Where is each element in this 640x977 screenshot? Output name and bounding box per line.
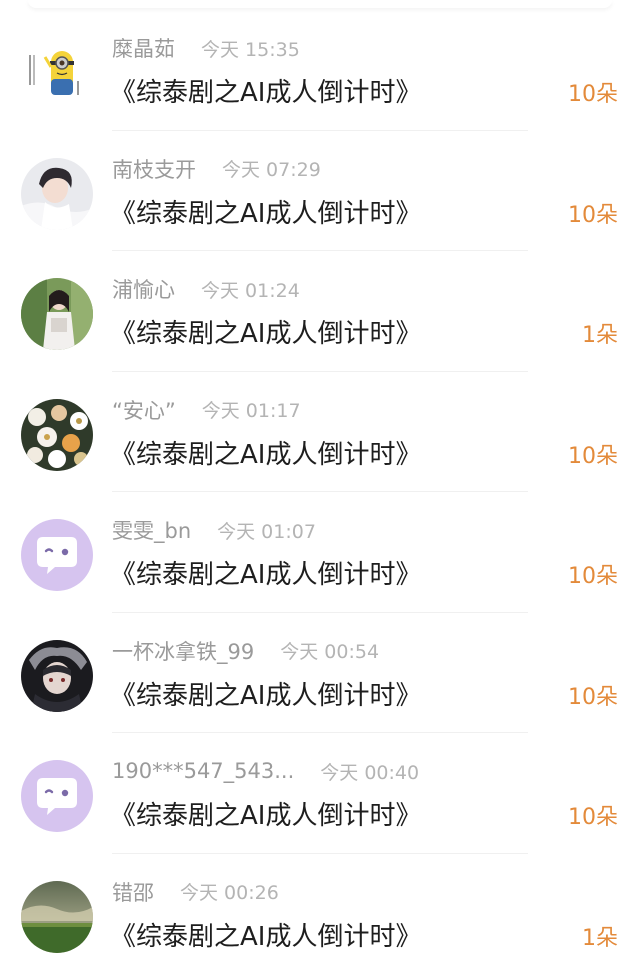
username[interactable]: 糜晶茹 <box>112 33 175 63</box>
list-item[interactable]: 糜晶茹 今天 15:35 《综泰剧之AI成人倒计时》 10朵 <box>0 10 640 131</box>
avatar[interactable] <box>21 760 93 832</box>
timestamp: 今天 15:35 <box>201 38 300 61</box>
avatar[interactable] <box>21 157 93 230</box>
avatar[interactable] <box>21 398 93 471</box>
list-item[interactable]: 错邵 今天 00:26 《综泰剧之AI成人倒计时》 1朵 <box>0 854 640 975</box>
gift-record-list: 糜晶茹 今天 15:35 《综泰剧之AI成人倒计时》 10朵 南枝支开 今天 0… <box>0 10 640 974</box>
book-title[interactable]: 《综泰剧之AI成人倒计时》 <box>110 193 421 230</box>
list-item[interactable]: 南枝支开 今天 07:29 《综泰剧之AI成人倒计时》 10朵 <box>0 131 640 251</box>
meta-line: 一杯冰拿铁_99 今天 00:54 <box>112 637 379 665</box>
gift-count: 10朵 <box>568 202 618 228</box>
portrait-icon <box>21 157 93 230</box>
gift-count: 10朵 <box>568 564 618 589</box>
gift-count: 1朵 <box>582 925 618 951</box>
avatar[interactable] <box>21 639 93 712</box>
chat-bubble-icon <box>21 760 93 832</box>
timestamp: 今天 00:26 <box>180 882 279 904</box>
username[interactable]: 一杯冰拿铁_99 <box>112 636 254 666</box>
list-item[interactable]: 浦愉心 今天 01:24 《综泰剧之AI成人倒计时》 1朵 <box>0 251 640 372</box>
landscape-icon <box>21 880 93 953</box>
meta-line: “安心” 今天 01:17 <box>112 396 301 424</box>
meta-line: 雯雯_bn 今天 01:07 <box>112 516 316 544</box>
anime-character-icon <box>21 639 93 712</box>
meta-line: 南枝支开 今天 07:29 <box>112 155 321 183</box>
avatar[interactable] <box>21 278 93 350</box>
username[interactable]: 190***547_543... <box>112 759 294 783</box>
timestamp: 今天 00:40 <box>320 761 420 784</box>
meta-line: 错邵 今天 00:26 <box>112 878 279 906</box>
book-title[interactable]: 《综泰剧之AI成人倒计时》 <box>110 916 421 953</box>
meta-line: 浦愉心 今天 01:24 <box>112 275 300 303</box>
book-title[interactable]: 《综泰剧之AI成人倒计时》 <box>110 675 421 712</box>
minion-icon <box>21 37 93 109</box>
top-card-edge <box>0 0 640 10</box>
photo-icon <box>21 278 93 350</box>
avatar[interactable] <box>21 519 93 591</box>
list-item[interactable]: 雯雯_bn 今天 01:07 《综泰剧之AI成人倒计时》 10朵 <box>0 492 640 613</box>
username[interactable]: 浦愉心 <box>112 274 175 304</box>
book-title[interactable]: 《综泰剧之AI成人倒计时》 <box>110 554 421 591</box>
gift-count: 10朵 <box>568 443 618 469</box>
username[interactable]: 雯雯_bn <box>112 515 191 545</box>
list-item[interactable]: 190***547_543... 今天 00:40 《综泰剧之AI成人倒计时》 … <box>0 733 640 854</box>
username[interactable]: 错邵 <box>112 877 154 907</box>
gift-count: 10朵 <box>568 805 618 830</box>
avatar[interactable] <box>21 880 93 953</box>
avatar[interactable] <box>21 37 93 109</box>
gift-count: 1朵 <box>582 323 618 348</box>
book-title[interactable]: 《综泰剧之AI成人倒计时》 <box>110 313 421 350</box>
timestamp: 今天 07:29 <box>222 159 321 181</box>
timestamp: 今天 01:24 <box>201 279 300 302</box>
book-title[interactable]: 《综泰剧之AI成人倒计时》 <box>110 795 421 832</box>
timestamp: 今天 01:07 <box>217 520 316 543</box>
chat-bubble-icon <box>21 519 93 591</box>
username[interactable]: 南枝支开 <box>112 154 196 184</box>
timestamp: 今天 00:54 <box>280 641 380 663</box>
timestamp: 今天 01:17 <box>201 400 301 422</box>
meta-line: 190***547_543... 今天 00:40 <box>112 757 419 785</box>
gift-count: 10朵 <box>568 82 618 107</box>
book-title[interactable]: 《综泰剧之AI成人倒计时》 <box>110 434 421 471</box>
book-title[interactable]: 《综泰剧之AI成人倒计时》 <box>110 72 421 109</box>
gift-count: 10朵 <box>568 684 618 710</box>
list-item[interactable]: “安心” 今天 01:17 《综泰剧之AI成人倒计时》 10朵 <box>0 372 640 492</box>
flowers-icon <box>21 398 93 471</box>
list-item[interactable]: 一杯冰拿铁_99 今天 00:54 《综泰剧之AI成人倒计时》 10朵 <box>0 613 640 733</box>
meta-line: 糜晶茹 今天 15:35 <box>112 34 300 62</box>
username[interactable]: “安心” <box>112 395 176 425</box>
